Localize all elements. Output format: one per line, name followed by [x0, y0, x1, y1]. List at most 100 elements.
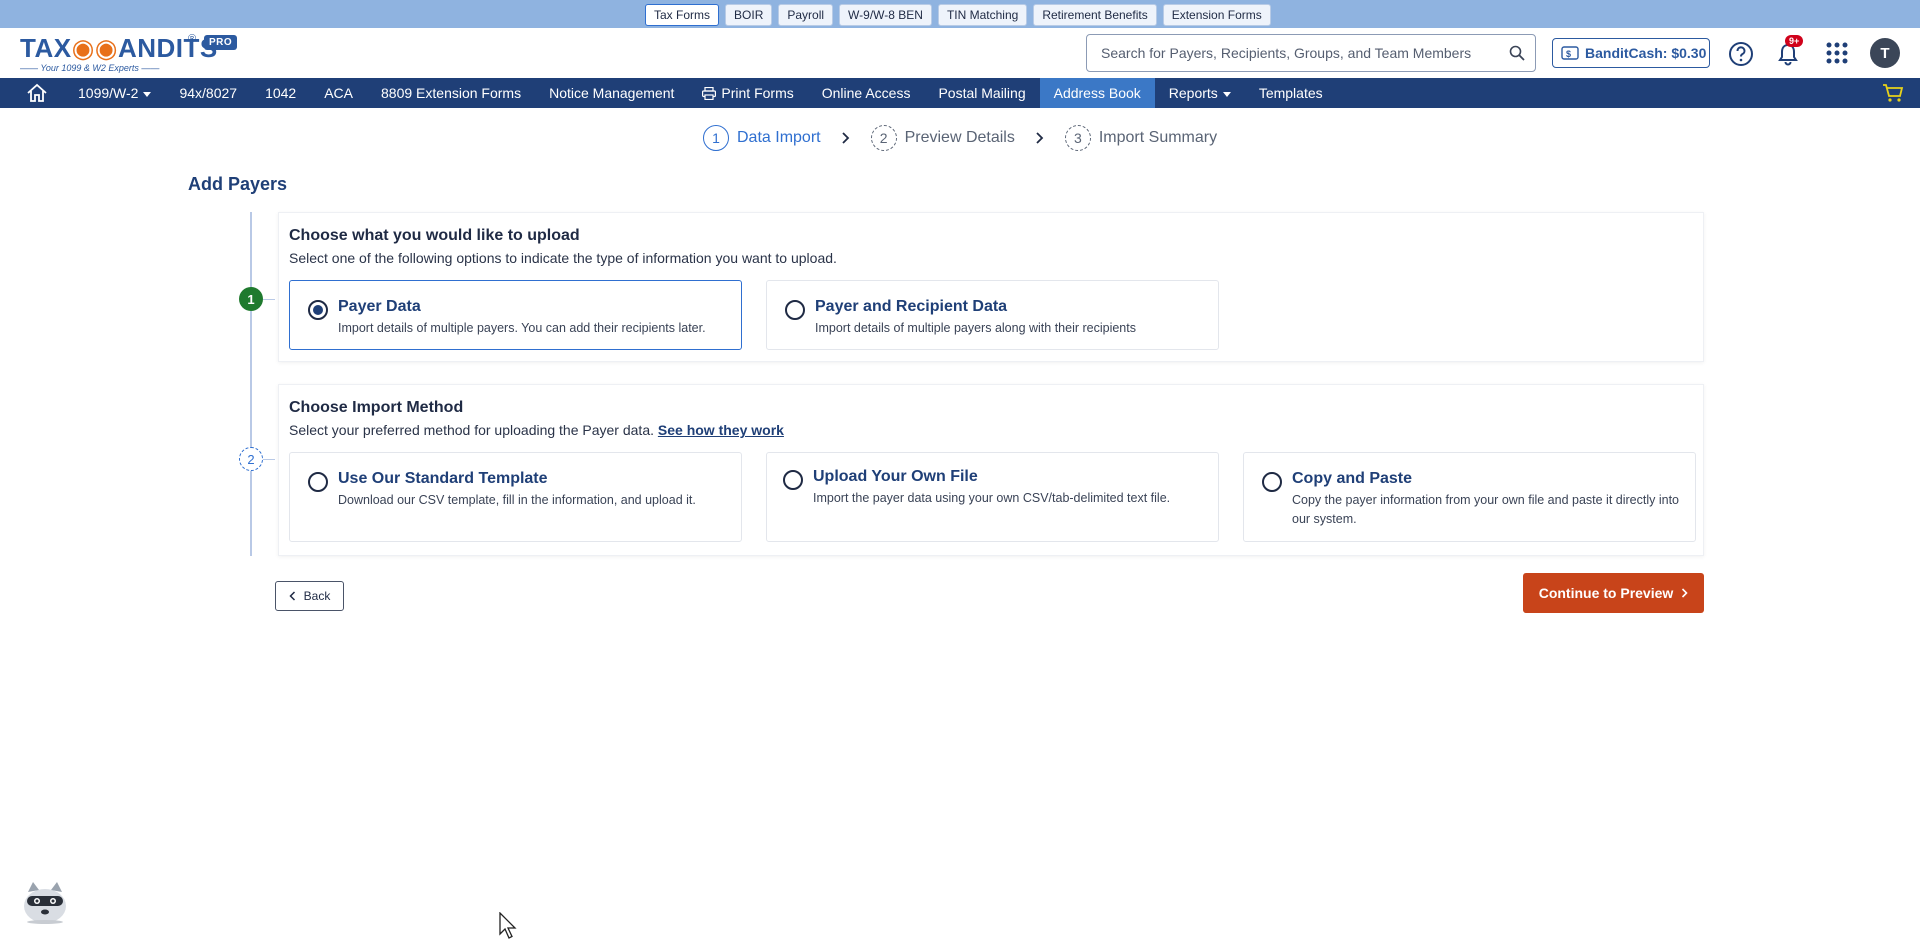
help-icon[interactable]	[1728, 41, 1754, 67]
step-data-import: 1 Data Import	[703, 125, 821, 151]
step-label: Import Summary	[1098, 129, 1218, 146]
option-payer-data[interactable]: Payer Data Import details of multiple pa…	[289, 280, 742, 350]
nav-item-aca[interactable]: ACA	[310, 78, 367, 108]
header: TAX◉◉ANDITS ® PRO —— Your 1099 & W2 Expe…	[0, 28, 1920, 78]
nav-item-reports[interactable]: Reports	[1155, 78, 1245, 108]
product-tabs: Tax Forms BOIR Payroll W-9/W-8 BEN TIN M…	[645, 4, 1271, 26]
product-tab-tin-matching[interactable]: TIN Matching	[937, 4, 1028, 26]
continue-label: Continue to Preview	[1538, 585, 1674, 601]
caret-down-icon	[143, 91, 152, 97]
product-tab-boir[interactable]: BOIR	[725, 4, 773, 26]
search-input[interactable]	[1101, 35, 1501, 71]
option-description: Download our CSV template, fill in the i…	[338, 493, 696, 507]
step-label: Data Import	[737, 129, 821, 146]
back-label: Back	[303, 589, 331, 603]
nav-item-94x-8027[interactable]: 94x/8027	[165, 78, 251, 108]
apps-grid-icon[interactable]	[1826, 42, 1848, 64]
import-method-section: Choose Import Method Select your preferr…	[278, 384, 1704, 556]
nav-label: Address Book	[1053, 85, 1141, 101]
product-tab-tax-forms[interactable]: Tax Forms	[645, 4, 720, 26]
section-description: Select your preferred method for uploadi…	[289, 422, 784, 438]
notification-badge: 9+	[1785, 35, 1804, 47]
logo-registered: ®	[188, 33, 197, 45]
radio-copy-and-paste[interactable]	[1262, 472, 1282, 492]
mouse-cursor-icon	[499, 912, 517, 939]
chevron-right-icon	[841, 132, 849, 144]
option-standard-template[interactable]: Use Our Standard Template Download our C…	[289, 452, 742, 542]
step-number: 2	[870, 125, 897, 151]
nav-item-print-forms[interactable]: Print Forms	[688, 78, 807, 108]
logo[interactable]: TAX◉◉ANDITS ® PRO —— Your 1099 & W2 Expe…	[20, 31, 245, 75]
product-tab-retirement-benefits[interactable]: Retirement Benefits	[1033, 4, 1157, 26]
step-label: Preview Details	[904, 129, 1015, 146]
radio-upload-own-file[interactable]	[783, 470, 803, 490]
logo-text-left: TAX	[20, 33, 72, 63]
chevron-left-icon	[289, 591, 295, 601]
nav-label: Postal Mailing	[938, 85, 1026, 101]
nav-item-1042[interactable]: 1042	[251, 78, 310, 108]
option-upload-own-file[interactable]: Upload Your Own File Import the payer da…	[766, 452, 1219, 542]
nav-item-templates[interactable]: Templates	[1245, 78, 1337, 108]
nav-items: 1099/W-2 94x/8027 1042 ACA 8809 Extensio…	[64, 78, 1337, 108]
nav-label: 1099/W-2	[78, 85, 139, 101]
banditcash-icon: $	[1561, 46, 1579, 60]
nav-item-8809-extension-forms[interactable]: 8809 Extension Forms	[367, 78, 535, 108]
radio-standard-template[interactable]	[308, 472, 328, 492]
search-icon[interactable]	[1509, 45, 1525, 61]
section-description: Select one of the following options to i…	[289, 250, 837, 266]
section-description-text: Select your preferred method for uploadi…	[289, 422, 654, 438]
option-title: Payer and Recipient Data	[815, 298, 1008, 315]
svg-text:$: $	[1566, 49, 1571, 59]
mascot-chat-icon[interactable]	[20, 876, 70, 926]
nav-label: Templates	[1258, 85, 1323, 101]
step-number: 3	[1064, 125, 1091, 151]
logo-pro-badge: PRO	[204, 35, 238, 50]
nav-item-online-access[interactable]: Online Access	[808, 78, 925, 108]
product-tab-payroll[interactable]: Payroll	[778, 4, 834, 26]
cart-icon[interactable]	[1882, 83, 1904, 103]
banditcash-button[interactable]: $ BanditCash: $0.30	[1552, 38, 1710, 68]
chevron-right-icon	[1036, 132, 1044, 144]
option-payer-and-recipient-data[interactable]: Payer and Recipient Data Import details …	[766, 280, 1219, 350]
logo-tagline: —— Your 1099 & W2 Experts ——	[20, 63, 160, 73]
page-title: Add Payers	[188, 174, 288, 194]
main-nav: 1099/W-2 94x/8027 1042 ACA 8809 Extensio…	[0, 78, 1920, 108]
step-preview-details: 2 Preview Details	[870, 125, 1015, 151]
nav-item-address-book[interactable]: Address Book	[1039, 78, 1155, 108]
progress-rail	[250, 212, 252, 556]
rail-tick	[263, 459, 275, 460]
section-title: Choose Import Method	[289, 399, 464, 416]
see-how-they-work-link[interactable]: See how they work	[658, 422, 784, 438]
search-box	[1086, 34, 1536, 72]
continue-to-preview-button[interactable]: Continue to Preview	[1523, 573, 1704, 613]
back-button[interactable]: Back	[275, 581, 344, 611]
nav-item-1099-w2[interactable]: 1099/W-2	[64, 78, 165, 108]
home-icon[interactable]	[26, 83, 48, 103]
option-description: Import details of multiple payers along …	[815, 321, 1136, 335]
option-copy-and-paste[interactable]: Copy and Paste Copy the payer informatio…	[1243, 452, 1696, 542]
option-title: Copy and Paste	[1292, 470, 1413, 487]
radio-payer-and-recipient-data[interactable]	[785, 300, 805, 320]
nav-item-postal-mailing[interactable]: Postal Mailing	[924, 78, 1039, 108]
option-title: Upload Your Own File	[813, 468, 978, 485]
nav-label: Print Forms	[721, 85, 794, 101]
user-avatar[interactable]: T	[1870, 38, 1900, 68]
product-tab-extension-forms[interactable]: Extension Forms	[1162, 4, 1271, 26]
nav-label: 1042	[265, 85, 297, 101]
section-2-marker: 2	[239, 447, 263, 471]
caret-down-icon	[1222, 91, 1231, 97]
step-number: 1	[703, 125, 729, 151]
nav-label: ACA	[324, 85, 354, 101]
nav-item-notice-management[interactable]: Notice Management	[535, 78, 688, 108]
nav-label: 94x/8027	[179, 85, 238, 101]
product-strip: Tax Forms BOIR Payroll W-9/W-8 BEN TIN M…	[0, 0, 1920, 28]
nav-label: Online Access	[821, 85, 911, 101]
chevron-right-icon	[1682, 588, 1688, 598]
owl-eyes-icon: ◉◉	[71, 33, 118, 63]
option-description: Import the payer data using your own CSV…	[813, 491, 1171, 505]
product-tab-w9-w8ben[interactable]: W-9/W-8 BEN	[839, 4, 932, 26]
nav-label: Reports	[1168, 85, 1218, 101]
radio-payer-data[interactable]	[308, 300, 328, 320]
section-1-marker: 1	[239, 287, 263, 311]
option-title: Use Our Standard Template	[338, 470, 548, 487]
